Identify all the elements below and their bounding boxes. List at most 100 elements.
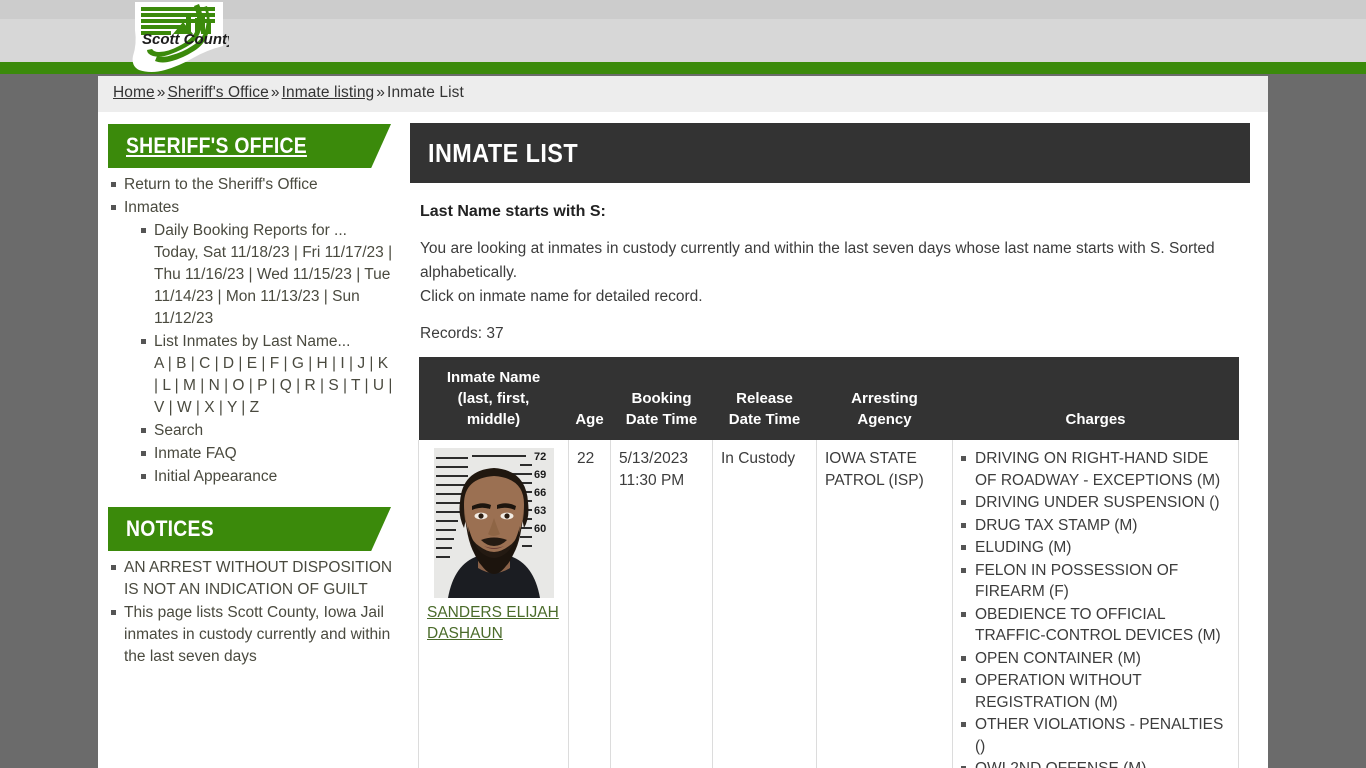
column-header-charges[interactable]: Charges — [952, 357, 1239, 440]
column-header-age[interactable]: Age — [568, 357, 611, 440]
sidebar-item-initial-appearance[interactable]: Initial Appearance — [138, 466, 396, 488]
sidebar-item-label[interactable]: Initial Appearance — [154, 468, 277, 485]
bullet-icon — [141, 339, 146, 344]
sidebar-item-inmates[interactable]: Inmates Daily Booking Reports for ... To… — [108, 197, 396, 488]
filter-subtitle: Last Name starts with S: — [420, 203, 606, 220]
breadcrumb-item-sheriffs-office[interactable]: Sheriff's Office — [167, 84, 268, 101]
column-header-arresting-agency[interactable]: Arresting Agency — [816, 357, 953, 440]
column-header-line: Date Time — [728, 411, 801, 428]
sidebar-header-title: SHERIFF'S OFFICE — [126, 133, 307, 158]
bullet-icon — [141, 474, 146, 479]
sidebar-item-label[interactable]: Search — [154, 422, 203, 439]
logo-text: Scott County — [142, 31, 229, 48]
intro-paragraph: You are looking at inmates in custody cu… — [420, 237, 1232, 309]
column-header-inmate-name[interactable]: Inmate Name (last, first, middle) — [418, 357, 569, 440]
sidebar-item-list-inmates-by-last-name[interactable]: List Inmates by Last Name... A | B | C |… — [138, 331, 396, 419]
page-body: SHERIFF'S OFFICE Return to the Sheriff's… — [98, 112, 1268, 768]
sidebar: SHERIFF'S OFFICE Return to the Sheriff's… — [108, 124, 396, 669]
bullet-icon — [961, 545, 966, 550]
breadcrumb-item-current: Inmate List — [387, 84, 464, 101]
page-title: INMATE LIST — [410, 123, 1250, 183]
bullet-icon — [111, 565, 116, 570]
column-header-line: Charges — [1065, 411, 1126, 428]
sidebar-item-label[interactable]: List Inmates by Last Name... — [154, 333, 350, 350]
booking-time: 11:30 PM — [619, 472, 685, 489]
sidebar-item-label[interactable]: Return to the Sheriff's Office — [124, 176, 318, 193]
page-title-text: INMATE LIST — [428, 138, 579, 168]
alphabet-letter-links[interactable]: A | B | C | D | E | F | G | H | I | J | … — [154, 353, 396, 419]
cell-charges: DRIVING ON RIGHT-HAND SIDE OF ROADWAY - … — [952, 440, 1239, 768]
notice-item-page-scope: This page lists Scott County, Iowa Jail … — [108, 602, 396, 668]
bullet-icon — [961, 500, 966, 505]
charge-item: ELUDING (M) — [961, 537, 1230, 559]
daily-booking-day-links[interactable]: Today, Sat 11/18/23 | Fri 11/17/23 | Thu… — [154, 242, 396, 330]
table-header-row: Inmate Name (last, first, middle) Age Bo… — [418, 357, 1239, 440]
column-header-line: middle) — [466, 411, 521, 428]
inmate-table: Inmate Name (last, first, middle) Age Bo… — [418, 357, 1239, 768]
charge-text: OPERATION WITHOUT REGISTRATION (M) — [975, 672, 1142, 711]
sidebar-item-label[interactable]: Inmates — [124, 199, 179, 216]
sidebar-section-header-notices: NOTICES — [108, 507, 396, 551]
sidebar-section-header-sheriffs-office: SHERIFF'S OFFICE — [108, 124, 396, 168]
sidebar-item-search[interactable]: Search — [138, 420, 396, 442]
scott-county-logo[interactable]: Scott County — [129, 0, 229, 72]
column-header-line: Date Time — [625, 411, 698, 428]
column-header-line: Booking — [631, 390, 692, 407]
column-header-release-date-time[interactable]: Release Date Time — [712, 357, 817, 440]
records-count: Records: 37 — [420, 325, 504, 342]
sidebar-subnav-list: Daily Booking Reports for ... Today, Sat… — [138, 220, 396, 488]
table-body: 72 69 66 63 60 SANDERS ELIJAH DASHAUN 22… — [418, 440, 1239, 768]
height-marker-66: 66 — [534, 487, 546, 499]
charge-item: OTHER VIOLATIONS - PENALTIES () — [961, 714, 1230, 757]
sidebar-item-label[interactable]: Daily Booking Reports for ... — [154, 222, 347, 239]
charges-list: DRIVING ON RIGHT-HAND SIDE OF ROADWAY - … — [961, 448, 1230, 768]
breadcrumb-separator: » — [376, 84, 386, 101]
inmate-name-link[interactable]: SANDERS ELIJAH DASHAUN — [427, 602, 560, 644]
sidebar-item-label[interactable]: Inmate FAQ — [154, 445, 237, 462]
column-header-line: Arresting — [851, 390, 918, 407]
breadcrumb: Home» Sheriff's Office» Inmate listing» Inm… — [113, 84, 464, 102]
bullet-icon — [141, 428, 146, 433]
notice-text: AN ARREST WITHOUT DISPOSITION IS NOT AN … — [124, 559, 393, 598]
charge-item: OWI 2ND OFFENSE (M) — [961, 758, 1230, 768]
notice-text: This page lists Scott County, Iowa Jail … — [124, 604, 391, 665]
breadcrumb-item-home[interactable]: Home — [113, 84, 155, 101]
breadcrumb-separator: » — [270, 84, 280, 101]
cell-arresting-agency: IOWA STATE PATROL (ISP) — [816, 440, 953, 768]
bullet-icon — [961, 522, 966, 528]
column-header-line: Inmate Name — [446, 369, 541, 386]
column-header-line: (last, first, — [457, 390, 530, 407]
charge-item: OPERATION WITHOUT REGISTRATION (M) — [961, 670, 1230, 713]
charge-item: DRIVING ON RIGHT-HAND SIDE OF ROADWAY - … — [961, 448, 1230, 491]
height-marker-69: 69 — [534, 469, 546, 481]
charge-item: OBEDIENCE TO OFFICIAL TRAFFIC-CONTROL DE… — [961, 604, 1230, 647]
charge-item: FELON IN POSSESSION OF FIREARM (F) — [961, 560, 1230, 603]
height-marker-63: 63 — [534, 505, 546, 517]
bullet-icon — [111, 610, 116, 615]
cell-booking-date-time: 5/13/2023 11:30 PM — [610, 440, 713, 768]
column-header-booking-date-time[interactable]: Booking Date Time — [610, 357, 713, 440]
sidebar-item-daily-booking-reports[interactable]: Daily Booking Reports for ... Today, Sat… — [138, 220, 396, 330]
sidebar-item-inmate-faq[interactable]: Inmate FAQ — [138, 443, 396, 465]
sidebar-nav-list: Return to the Sheriff's Office Inmates D… — [108, 174, 396, 488]
bullet-icon — [111, 205, 116, 210]
inmate-mugshot: 72 69 66 63 60 — [433, 448, 554, 598]
sidebar-header-title: NOTICES — [126, 516, 214, 541]
bullet-icon — [141, 451, 146, 456]
charge-text: DRIVING ON RIGHT-HAND SIDE OF ROADWAY - … — [975, 450, 1221, 489]
charge-text: OBEDIENCE TO OFFICIAL TRAFFIC-CONTROL DE… — [975, 605, 1221, 645]
bullet-icon — [961, 655, 966, 661]
charge-item: DRUG TAX STAMP (M) — [961, 515, 1230, 537]
column-header-line: Age — [575, 411, 604, 428]
breadcrumb-item-inmate-listing[interactable]: Inmate listing — [282, 84, 375, 101]
intro-line-2: Click on inmate name for detailed record… — [420, 288, 703, 305]
charge-item: OPEN CONTAINER (M) — [961, 648, 1230, 670]
bullet-icon — [961, 456, 966, 461]
charge-item: DRIVING UNDER SUSPENSION () — [961, 492, 1230, 514]
cell-inmate-name: 72 69 66 63 60 SANDERS ELIJAH DASHAUN — [418, 440, 569, 768]
sidebar-item-return-to-sheriffs-office[interactable]: Return to the Sheriff's Office — [108, 174, 396, 196]
cell-age: 22 — [568, 440, 611, 768]
bullet-icon — [141, 228, 146, 233]
table-row: 72 69 66 63 60 SANDERS ELIJAH DASHAUN 22… — [418, 440, 1239, 768]
height-marker-72: 72 — [534, 451, 546, 463]
